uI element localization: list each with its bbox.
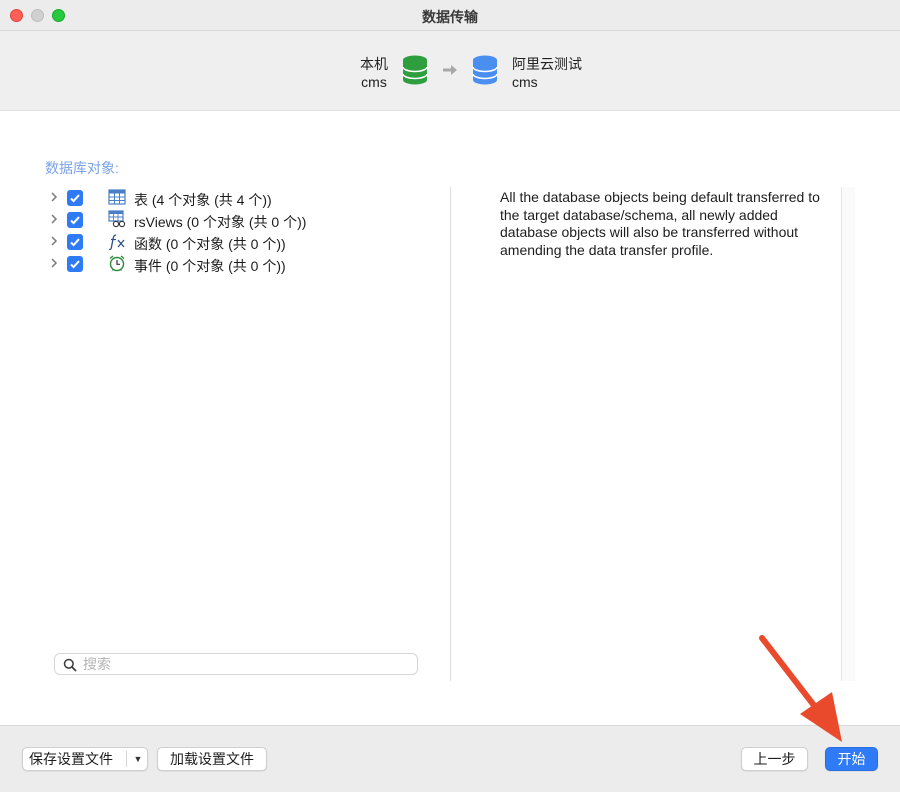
- footer-bar: 保存设置文件 ▼ 加载设置文件 上一步 开始: [0, 725, 900, 792]
- functions-checkbox[interactable]: [67, 234, 83, 250]
- search-box[interactable]: [54, 653, 418, 675]
- search-input[interactable]: [83, 655, 403, 673]
- checkmark-icon: [70, 260, 80, 269]
- checkmark-icon: [70, 194, 80, 203]
- chevron-right-icon[interactable]: [50, 235, 58, 247]
- start-button[interactable]: 开始: [825, 747, 878, 771]
- source-connection-name: 本机: [360, 56, 388, 72]
- title-bar: 数据传输: [0, 0, 900, 31]
- function-icon: [108, 234, 125, 250]
- tree-item-events[interactable]: 事件 (0 个对象 (共 0 个)): [45, 253, 445, 275]
- transfer-arrow-icon: [443, 65, 457, 75]
- tree-item-functions[interactable]: 函数 (0 个对象 (共 0 个)): [45, 231, 445, 253]
- source-database-icon: [402, 55, 428, 85]
- tree-item-label: 表 (4 个对象 (共 4 个)): [134, 192, 272, 208]
- events-checkbox[interactable]: [67, 256, 83, 272]
- target-database-icon: [472, 55, 498, 85]
- checkmark-icon: [70, 216, 80, 225]
- table-icon: [108, 189, 126, 205]
- view-icon: [108, 210, 126, 228]
- database-objects-label: 数据库对象:: [45, 160, 119, 176]
- tree-item-label: 事件 (0 个对象 (共 0 个)): [134, 258, 286, 274]
- chevron-right-icon[interactable]: [50, 213, 58, 225]
- chevron-right-icon[interactable]: [50, 257, 58, 269]
- dropdown-caret-icon[interactable]: ▼: [131, 748, 145, 770]
- panel-divider[interactable]: [450, 187, 451, 681]
- checkmark-icon: [70, 238, 80, 247]
- chevron-right-icon[interactable]: [50, 191, 58, 203]
- button-separator: [126, 751, 127, 767]
- previous-step-button[interactable]: 上一步: [741, 747, 808, 771]
- target-database-name: cms: [512, 74, 538, 90]
- load-profile-button[interactable]: 加载设置文件: [157, 747, 267, 771]
- tree-item-views[interactable]: rsViews (0 个对象 (共 0 个)): [45, 209, 445, 231]
- tree-item-label: 函数 (0 个对象 (共 0 个)): [134, 236, 286, 252]
- views-checkbox[interactable]: [67, 212, 83, 228]
- tree-item-tables[interactable]: 表 (4 个对象 (共 4 个)): [45, 187, 445, 209]
- event-clock-icon: [109, 255, 125, 272]
- description-scrollbar[interactable]: [841, 187, 855, 681]
- search-icon: [63, 658, 77, 672]
- window-title: 数据传输: [422, 9, 478, 25]
- object-description: All the database objects being default t…: [500, 189, 820, 258]
- tables-checkbox[interactable]: [67, 190, 83, 206]
- source-database-name: cms: [361, 74, 387, 90]
- transfer-header: 本机 cms 阿里云测试 cms: [0, 31, 900, 111]
- save-profile-button[interactable]: 保存设置文件 ▼: [22, 747, 148, 771]
- save-profile-label: 保存设置文件: [29, 751, 113, 767]
- tree-item-label: rsViews (0 个对象 (共 0 个)): [134, 214, 307, 230]
- target-connection-name: 阿里云测试: [512, 56, 582, 72]
- database-object-tree: 表 (4 个对象 (共 4 个)) rsViews (0 个对象 (共 0 个)…: [45, 187, 445, 275]
